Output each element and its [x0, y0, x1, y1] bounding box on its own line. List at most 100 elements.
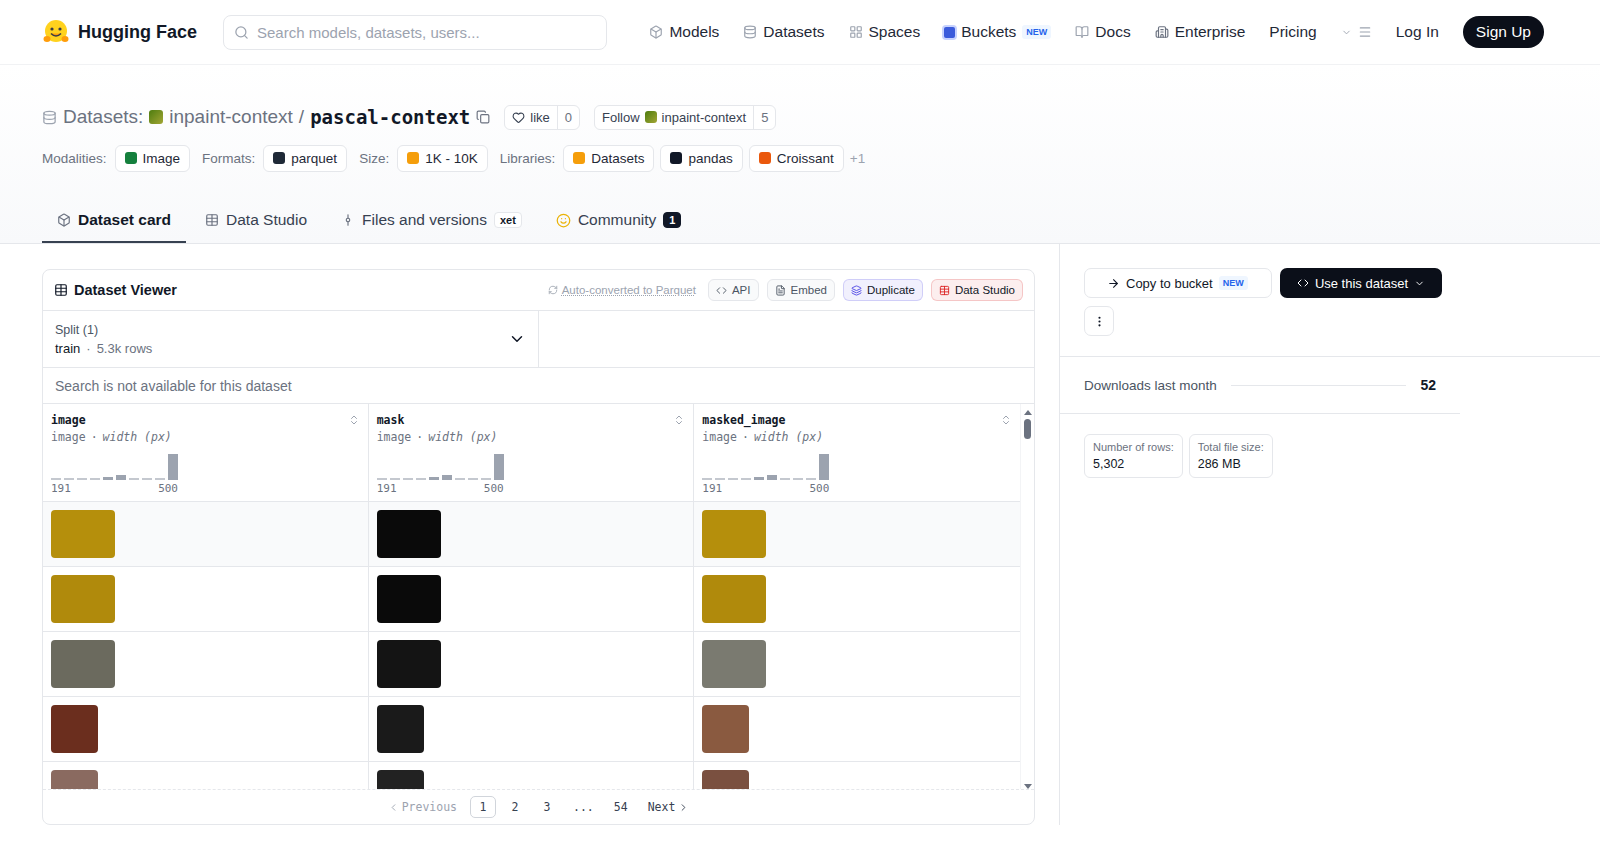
page-link[interactable]: 1 [470, 796, 496, 818]
image-thumbnail[interactable] [702, 705, 749, 753]
tag[interactable]: pandas [660, 145, 742, 172]
histogram-bar[interactable] [494, 454, 504, 480]
nav-item[interactable]: BucketsNEW [944, 23, 1051, 41]
histogram-bar[interactable] [64, 478, 74, 480]
nav-item[interactable]: Datasets [743, 23, 824, 41]
table-row[interactable] [43, 632, 1020, 697]
histogram-bar[interactable] [442, 475, 452, 480]
split-select[interactable]: Split (1)train·5.3k rows [43, 311, 539, 367]
sort-icon[interactable] [348, 414, 360, 426]
scrollbar[interactable] [1020, 404, 1034, 789]
page-link[interactable]: 2 [502, 796, 528, 818]
previous-page[interactable]: Previous [381, 796, 464, 818]
image-thumbnail[interactable] [377, 770, 424, 789]
image-thumbnail[interactable] [702, 510, 766, 558]
histogram-bar[interactable] [806, 478, 816, 480]
brand[interactable]: Hugging Face [42, 18, 197, 46]
nav-item[interactable]: Models [649, 23, 719, 41]
image-thumbnail[interactable] [377, 640, 441, 688]
histogram-bar[interactable] [455, 478, 465, 480]
more-tags[interactable]: +1 [850, 151, 865, 166]
nav-item[interactable]: Docs [1075, 23, 1130, 41]
scroll-down-icon[interactable] [1024, 784, 1032, 789]
histogram-bar[interactable] [403, 478, 413, 480]
login-link[interactable]: Log In [1396, 23, 1439, 41]
image-thumbnail[interactable] [702, 640, 766, 688]
histogram-bar[interactable] [780, 478, 790, 480]
image-thumbnail[interactable] [51, 575, 115, 623]
converted-note[interactable]: Auto-converted to Parquet [548, 284, 696, 296]
histogram-bar[interactable] [168, 454, 178, 480]
histogram-bar[interactable] [728, 478, 738, 480]
histogram-bar[interactable] [468, 478, 478, 480]
histogram-bar[interactable] [377, 478, 387, 480]
histogram-bar[interactable] [116, 475, 126, 480]
image-thumbnail[interactable] [51, 510, 115, 558]
nav-item[interactable]: Spaces [849, 23, 921, 41]
image-thumbnail[interactable] [377, 575, 441, 623]
nav-item[interactable]: Pricing [1269, 23, 1316, 41]
like-button[interactable]: like0 [504, 105, 580, 130]
histogram-bar[interactable] [754, 477, 764, 480]
sort-icon[interactable] [673, 414, 685, 426]
tag[interactable]: Croissant [749, 145, 844, 172]
scroll-up-icon[interactable] [1024, 410, 1032, 415]
histogram-bar[interactable] [793, 478, 803, 480]
histogram-bar[interactable] [715, 478, 725, 480]
histogram-bar[interactable] [767, 475, 777, 480]
histogram-bar[interactable] [77, 478, 87, 480]
tab[interactable]: Files and versionsxet [326, 199, 537, 243]
use-dataset-button[interactable]: Use this dataset [1280, 268, 1442, 298]
histogram-bar[interactable] [155, 478, 165, 480]
more-menu[interactable] [1341, 25, 1372, 39]
histogram-bar[interactable] [90, 478, 100, 480]
copy-to-bucket-button[interactable]: Copy to bucketNEW [1084, 268, 1272, 298]
org-link[interactable]: inpaint-context [169, 106, 293, 128]
tab[interactable]: Community1 [541, 199, 697, 243]
histogram-bar[interactable] [702, 478, 712, 480]
histogram-bar[interactable] [129, 478, 139, 480]
viewer-action[interactable]: API [708, 279, 759, 301]
next-page[interactable]: Next [641, 796, 697, 818]
tab[interactable]: Data Studio [190, 199, 322, 243]
follow-button[interactable]: Followinpaint-context5 [594, 105, 776, 130]
page-link[interactable]: ... [566, 796, 601, 818]
histogram-bar[interactable] [819, 454, 829, 480]
image-thumbnail[interactable] [51, 640, 115, 688]
histogram-bar[interactable] [103, 477, 113, 480]
histogram-bar[interactable] [51, 478, 61, 480]
tag[interactable]: Datasets [563, 145, 654, 172]
viewer-action[interactable]: Duplicate [843, 279, 923, 301]
image-thumbnail[interactable] [377, 705, 424, 753]
histogram-bar[interactable] [390, 478, 400, 480]
column-header[interactable]: imageimage·width (px)191500 [43, 404, 369, 501]
search-box[interactable]: Search models, datasets, users... [223, 15, 607, 50]
tab[interactable]: Dataset card [42, 199, 186, 243]
sort-icon[interactable] [1000, 414, 1012, 426]
copy-icon[interactable] [476, 110, 490, 124]
column-header[interactable]: masked_imageimage·width (px)191500 [694, 404, 1020, 501]
image-thumbnail[interactable] [702, 770, 749, 789]
table-row[interactable] [43, 762, 1020, 789]
histogram-bar[interactable] [481, 478, 491, 480]
column-header[interactable]: maskimage·width (px)191500 [369, 404, 695, 501]
tag[interactable]: 1K - 10K [397, 145, 488, 172]
image-thumbnail[interactable] [377, 510, 441, 558]
scroll-thumb[interactable] [1024, 419, 1031, 439]
histogram-bar[interactable] [416, 478, 426, 480]
table-row[interactable] [43, 697, 1020, 762]
table-row[interactable] [43, 502, 1020, 567]
nav-item[interactable]: Enterprise [1155, 23, 1246, 41]
tag[interactable]: Image [115, 145, 191, 172]
viewer-action[interactable]: Embed [767, 279, 835, 301]
image-thumbnail[interactable] [51, 705, 98, 753]
image-thumbnail[interactable] [51, 770, 98, 789]
more-button[interactable] [1084, 306, 1114, 336]
image-thumbnail[interactable] [702, 575, 766, 623]
tag[interactable]: parquet [263, 145, 347, 172]
signup-button[interactable]: Sign Up [1463, 16, 1544, 48]
table-row[interactable] [43, 567, 1020, 632]
page-link[interactable]: 3 [534, 796, 560, 818]
histogram-bar[interactable] [142, 478, 152, 480]
histogram-bar[interactable] [741, 478, 751, 480]
